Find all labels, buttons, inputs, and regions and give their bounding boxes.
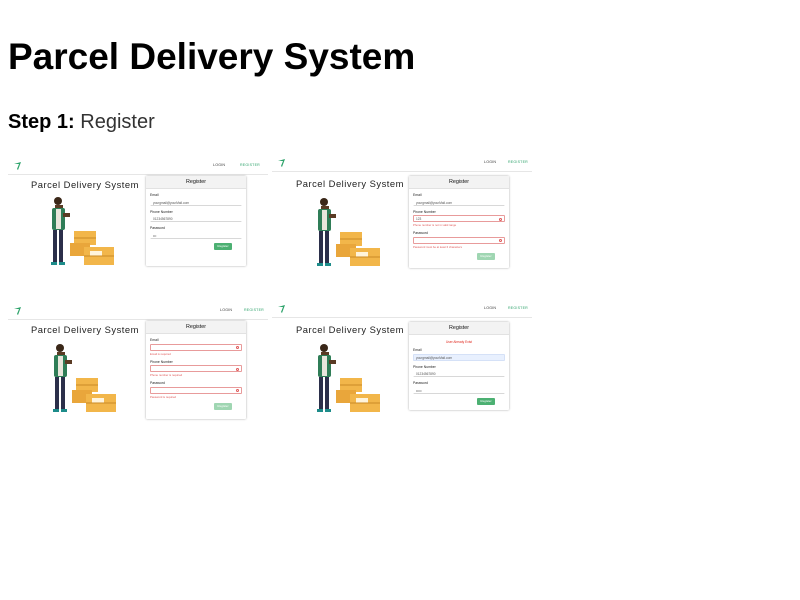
nav-login-link[interactable]: LOGIN <box>484 306 496 310</box>
register-button[interactable]: Register <box>214 402 232 410</box>
password-error: Password must be at least 6 characters <box>413 244 462 249</box>
email-label: Email <box>150 338 159 342</box>
nav-register-link[interactable]: REGISTER <box>240 163 260 167</box>
leaf-logo-icon[interactable] <box>277 158 287 168</box>
register-card: Register Email yourgmail@yourMail.com Ph… <box>146 176 246 266</box>
leaf-logo-icon[interactable] <box>277 304 287 314</box>
navbar: LOGIN REGISTER <box>8 302 268 320</box>
phone-label: Phone Number <box>413 364 436 369</box>
step-label: Step 1: <box>8 111 75 133</box>
email-label: Email <box>413 193 422 197</box>
error-circle-icon <box>499 239 502 242</box>
password-field[interactable]: ••• <box>150 232 242 239</box>
phone-error: Phone number is not in valid range <box>413 223 457 227</box>
phone-label: Phone Number <box>413 209 436 214</box>
email-field[interactable]: yourgmail@yourMail.com <box>150 199 242 206</box>
error-circle-icon <box>236 367 239 371</box>
nav-register-link[interactable]: REGISTER <box>508 306 528 310</box>
card-title: Register <box>146 321 246 334</box>
card-title: Register <box>409 322 509 335</box>
email-field[interactable] <box>150 343 242 351</box>
password-label: Password <box>413 381 428 385</box>
delivery-man-illustration <box>317 344 380 412</box>
step-text: Register <box>80 111 155 133</box>
password-label: Password <box>150 226 165 230</box>
nav-register-link[interactable]: REGISTER <box>508 160 528 164</box>
delivery-man-illustration <box>317 198 380 266</box>
phone-label: Phone Number <box>150 209 173 214</box>
phone-label: Phone Number <box>150 359 173 364</box>
register-button[interactable]: Register <box>214 242 232 250</box>
error-circle-icon <box>236 389 239 392</box>
register-button[interactable]: Register <box>477 397 495 405</box>
phone-field[interactable] <box>150 365 242 372</box>
page-title: Parcel Delivery System <box>8 36 416 77</box>
nav-login-link[interactable]: LOGIN <box>484 160 496 164</box>
nav-login-link[interactable]: LOGIN <box>213 163 225 167</box>
nav-login-link[interactable]: LOGIN <box>220 308 232 312</box>
user-exists-alert: User Already Exist <box>445 340 473 344</box>
password-label: Password <box>150 381 165 385</box>
phone-field[interactable]: 01234567890 <box>150 215 242 222</box>
nav-register-link[interactable]: REGISTER <box>244 308 264 312</box>
password-error: Password is required <box>150 394 177 399</box>
card-title: Register <box>146 176 246 189</box>
hero-title: Parcel Delivery System <box>31 179 139 190</box>
leaf-logo-icon[interactable] <box>13 161 23 171</box>
email-field[interactable]: yourgmail@yourMail.com <box>413 199 505 206</box>
error-circle-icon <box>499 217 502 221</box>
leaf-logo-icon[interactable] <box>13 306 23 316</box>
email-error: Email is required <box>150 351 171 356</box>
email-label: Email <box>150 193 159 197</box>
password-field[interactable]: ••••• <box>413 387 505 394</box>
delivery-man-illustration <box>51 197 114 265</box>
card-title: Register <box>409 176 509 189</box>
password-field[interactable] <box>413 236 505 244</box>
email-label: Email <box>413 348 422 352</box>
hero-title: Parcel Delivery System <box>296 178 404 189</box>
register-button[interactable]: Register <box>477 252 495 260</box>
phone-error: Phone number is required <box>150 373 183 377</box>
screenshot-register-invalid: LOGIN REGISTER Parcel Delivery System Re… <box>272 154 532 276</box>
phone-field[interactable]: 123 <box>413 215 505 222</box>
password-label: Password <box>413 231 428 235</box>
step-heading: Step 1: Register <box>8 110 155 134</box>
delivery-man-illustration <box>53 344 116 412</box>
register-card: Register User Already Exist Email yourgm… <box>409 322 509 410</box>
phone-field[interactable]: 01234567890 <box>413 370 505 377</box>
phone-value: 123 <box>416 217 422 221</box>
error-circle-icon <box>236 346 239 349</box>
navbar: LOGIN REGISTER <box>272 154 532 172</box>
register-card: Register Email yourgmail@yourMail.com Ph… <box>409 176 509 268</box>
navbar: LOGIN REGISTER <box>8 157 268 175</box>
password-field[interactable] <box>150 386 242 394</box>
navbar: LOGIN REGISTER <box>272 300 532 318</box>
screenshot-register-empty: LOGIN REGISTER Parcel Delivery System Re… <box>8 302 268 424</box>
email-field[interactable]: yourgmail@yourMail.com <box>413 353 505 361</box>
screenshot-register-valid: LOGIN REGISTER Parcel Delivery System Re… <box>8 157 268 279</box>
screenshot-register-user-exists: LOGIN REGISTER Parcel Delivery System Re… <box>272 300 532 422</box>
register-card: Register Email Email is required Phone N… <box>146 321 246 419</box>
hero-title: Parcel Delivery System <box>296 324 404 335</box>
hero-title: Parcel Delivery System <box>31 324 139 335</box>
